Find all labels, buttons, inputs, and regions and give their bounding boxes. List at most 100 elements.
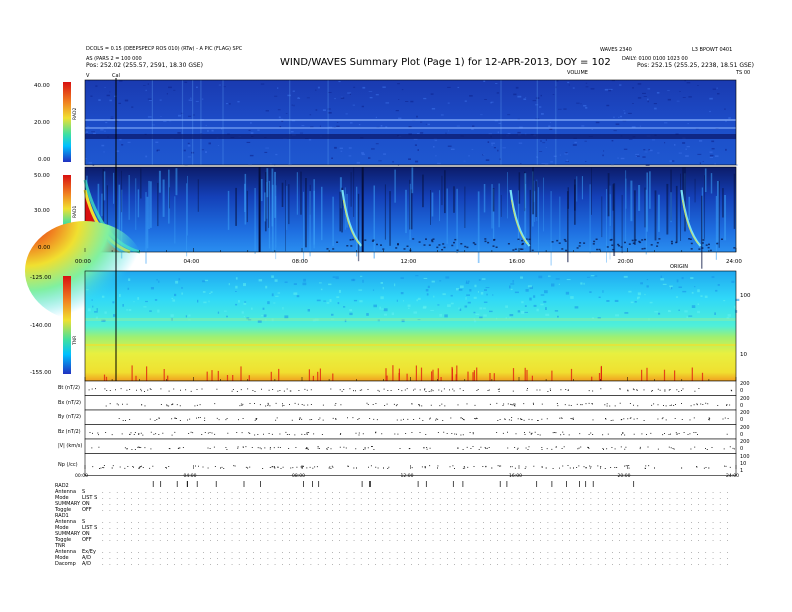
line-panel-point [387, 468, 389, 469]
rad2-noise-cell [606, 104, 610, 107]
rad1-streak [430, 190, 431, 225]
rad2-noise-cell [106, 94, 110, 97]
rad2-noise-cell [699, 162, 701, 165]
rad1-streak [264, 192, 266, 222]
rad1-dark-dot [428, 244, 431, 246]
line-panel-point [430, 404, 432, 406]
line-panel-point [330, 448, 332, 450]
rad2-noise-cell [545, 139, 547, 141]
rad1-streak [498, 183, 500, 228]
rad2-noise-cell [383, 153, 386, 155]
line-panel-point [306, 447, 308, 448]
status-row-dots: . . . . . . . . . . . . . . . . . . . . … [102, 561, 732, 567]
rad2-noise-cell [160, 116, 162, 117]
rad2-noise-cell [709, 156, 713, 158]
line-panel-point [592, 434, 594, 435]
rad2-noise-cell [431, 108, 436, 110]
line-panel-point [533, 465, 535, 467]
rad1-streak [140, 168, 142, 199]
tnr-texture-cell [525, 289, 529, 292]
tnr-texture-cell [447, 304, 451, 308]
line-panel-point [334, 404, 336, 406]
line-panel-point [204, 417, 206, 419]
tnr-texture-cell [475, 313, 480, 315]
line-panel-point [729, 404, 731, 406]
line-panel-point [419, 389, 421, 391]
line-panel-point [497, 388, 499, 390]
line-panel-point [577, 448, 579, 450]
tnr-texture-cell [400, 292, 404, 295]
rad1-streak [612, 184, 614, 211]
line-panel-point [311, 419, 313, 420]
line-panel-point [514, 403, 516, 405]
tnr-texture-cell [415, 275, 419, 277]
line-panel-point [552, 432, 554, 434]
rad2-noise-cell [715, 155, 719, 157]
line-panel-point [533, 403, 534, 405]
rad2-noise-cell [205, 151, 207, 153]
rad1-dark-dot [558, 242, 561, 244]
tnr-texture-cell [717, 284, 720, 286]
line-panel-point [425, 391, 427, 392]
line-panel-point [675, 432, 677, 434]
tnr-spike [103, 374, 106, 381]
line-panel-point [377, 389, 379, 391]
line-panel-point [480, 446, 482, 448]
line-panel-point [227, 432, 229, 434]
line-panel-point [245, 466, 247, 468]
line-panel-point [340, 404, 342, 406]
status-row-value: A/D [82, 561, 91, 567]
line-panel-point [378, 390, 380, 392]
line-panel-point [676, 433, 678, 435]
line-panel-point [226, 449, 228, 450]
tnr-spike [278, 368, 280, 381]
tnr-spike [385, 368, 387, 381]
rad2-noise-cell [435, 155, 437, 157]
rad2-noise-cell [417, 133, 420, 134]
line-panel-point [269, 405, 271, 407]
rad1-panel [63, 166, 737, 269]
line-panel-point [671, 404, 672, 406]
line-panel-point [303, 404, 305, 406]
tnr-texture-cell [380, 296, 384, 300]
rad1-streak [589, 184, 591, 254]
rad2-noise-cell [319, 125, 321, 127]
rad2-cb-tick-top: 40.00 [34, 83, 50, 89]
tnr-texture-cell [574, 306, 579, 309]
tnr-spike [167, 375, 169, 381]
line-panel-point [527, 449, 529, 450]
rad2-noise-cell [648, 149, 650, 151]
tnr-spike [105, 376, 108, 381]
line-panel-point [166, 404, 168, 406]
line-panel-point [373, 449, 375, 450]
tnr-texture-cell [589, 291, 592, 293]
rad2-noise-cell [118, 102, 121, 104]
line-panel-point [637, 405, 639, 407]
tnr-spike [131, 365, 133, 381]
line-panel-point [625, 446, 627, 448]
line-panel-point [396, 404, 398, 406]
line-panel-point [485, 465, 487, 467]
tnr-texture-cell [150, 287, 154, 290]
tnr-texture-cell [323, 300, 327, 302]
rad2-noise-cell [86, 126, 90, 128]
line-panel-point [657, 418, 659, 420]
rad1-streak [491, 184, 493, 229]
rad2-noise-cell [635, 153, 639, 155]
rad2-noise-cell [623, 148, 628, 150]
line-panel-point [623, 418, 625, 420]
rad2-noise-cell [159, 99, 162, 101]
line-panel-point [240, 403, 242, 405]
line-panel-point [726, 433, 728, 435]
rad2-noise-cell [278, 116, 281, 119]
line-panel-point [304, 434, 306, 435]
rad1-dark-dot [395, 247, 398, 249]
line-panel-point [397, 433, 399, 435]
rad2-noise-cell [336, 125, 340, 127]
line-panel-point [179, 420, 181, 421]
line-panel-point [644, 467, 646, 469]
tnr-texture-cell [658, 312, 661, 315]
tnr-texture-cell [360, 275, 363, 277]
line-panel-point [211, 432, 213, 434]
line-panel-point [318, 448, 320, 449]
